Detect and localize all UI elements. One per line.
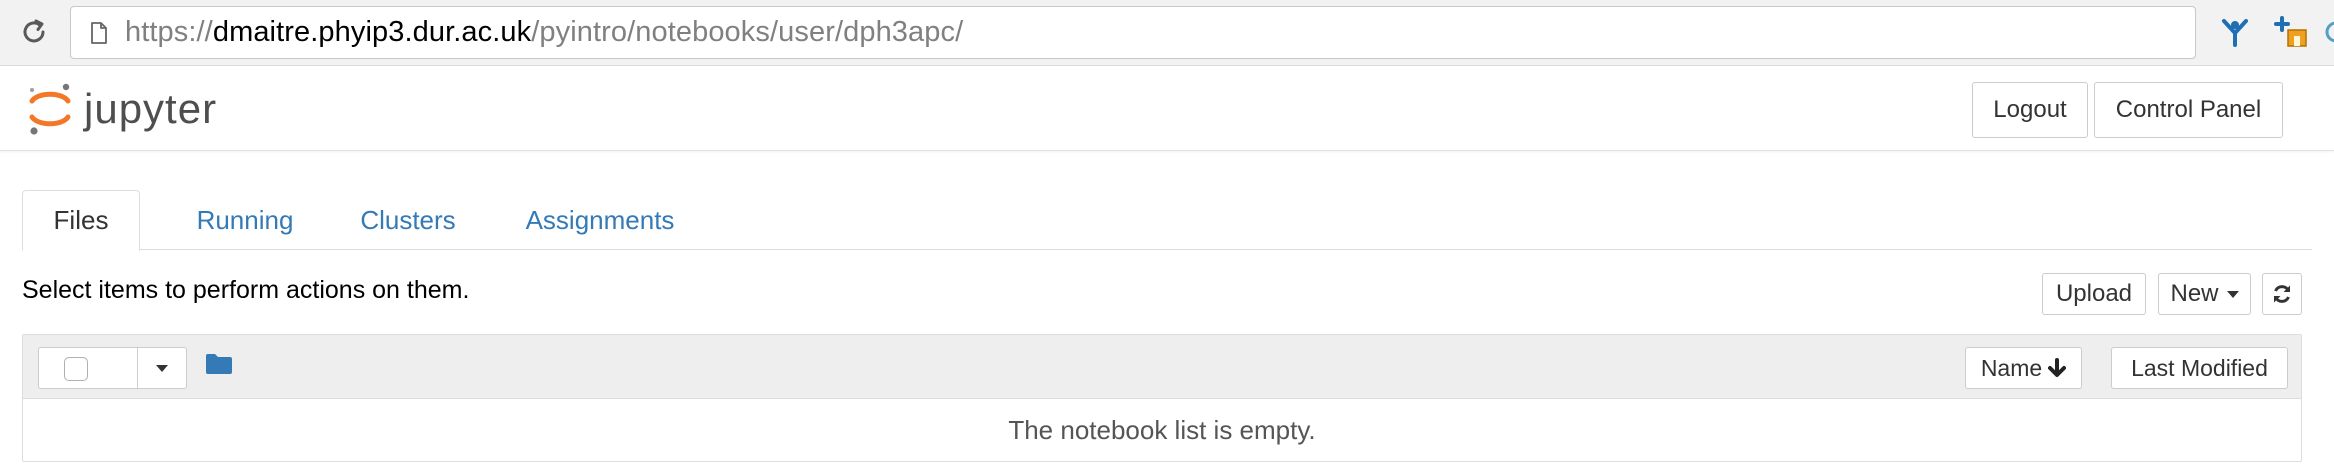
chevron-down-icon [2226, 290, 2239, 298]
logout-button[interactable]: Logout [1972, 82, 2088, 138]
refresh-icon [2274, 285, 2290, 303]
extension-button-2[interactable] [2272, 12, 2312, 52]
notebook-list-header: Name Last Modified [23, 335, 2301, 399]
new-button[interactable]: New [2158, 273, 2251, 315]
reload-icon [23, 19, 45, 43]
tab-files[interactable]: Files [22, 190, 140, 251]
select-menu-toggle[interactable] [138, 348, 186, 388]
extension-icon [2274, 16, 2307, 47]
url-scheme: https:// [125, 16, 213, 48]
jupyter-logo-icon [29, 83, 71, 135]
empty-list-message: The notebook list is empty. [1008, 414, 1316, 445]
tab-assignments[interactable]: Assignments [500, 190, 700, 251]
extension-button-1[interactable] [2218, 14, 2252, 52]
tab-running[interactable]: Running [162, 190, 328, 251]
selection-hint: Select items to perform actions on them. [22, 276, 470, 304]
jupyter-header: jupyter Logout Control Panel [0, 67, 2334, 151]
arrow-down-icon [2048, 358, 2067, 377]
extension-icon [2325, 21, 2334, 43]
sort-name-label: Name [1980, 354, 2043, 381]
url-path: /pyintro/notebooks/user/dph3apc/ [531, 16, 964, 48]
address-bar[interactable]: https://dmaitre.phyip3.dur.ac.uk/pyintro… [70, 6, 2196, 59]
sort-by-last-modified-button[interactable]: Last Modified [2111, 347, 2288, 389]
reload-button[interactable] [14, 12, 54, 52]
url-host: dmaitre.phyip3.dur.ac.uk [212, 16, 532, 48]
dashboard-tabs: Files Running Clusters Assignments [22, 190, 2312, 251]
extension-icon [2222, 19, 2248, 47]
jupyter-logo-text: jupyter [84, 85, 218, 132]
select-all-checkbox[interactable] [64, 357, 88, 381]
page-icon [87, 21, 111, 45]
select-all-group [38, 347, 187, 389]
url-text: https://dmaitre.phyip3.dur.ac.uk/pyintro… [125, 16, 963, 49]
notebook-list: Name Last Modified The notebook list is … [22, 334, 2302, 462]
control-panel-button[interactable]: Control Panel [2094, 82, 2283, 138]
folder-icon[interactable] [205, 353, 233, 377]
extension-button-3[interactable] [2320, 14, 2334, 50]
sort-by-name-button[interactable]: Name [1965, 347, 2082, 389]
jupyter-logo[interactable]: jupyter [26, 79, 217, 139]
refresh-button[interactable] [2262, 273, 2302, 315]
browser-toolbar: https://dmaitre.phyip3.dur.ac.uk/pyintro… [0, 0, 2334, 66]
new-button-label: New [2170, 280, 2219, 307]
chevron-down-icon [156, 364, 168, 372]
tab-clusters[interactable]: Clusters [332, 190, 484, 251]
upload-button[interactable]: Upload [2042, 273, 2146, 315]
